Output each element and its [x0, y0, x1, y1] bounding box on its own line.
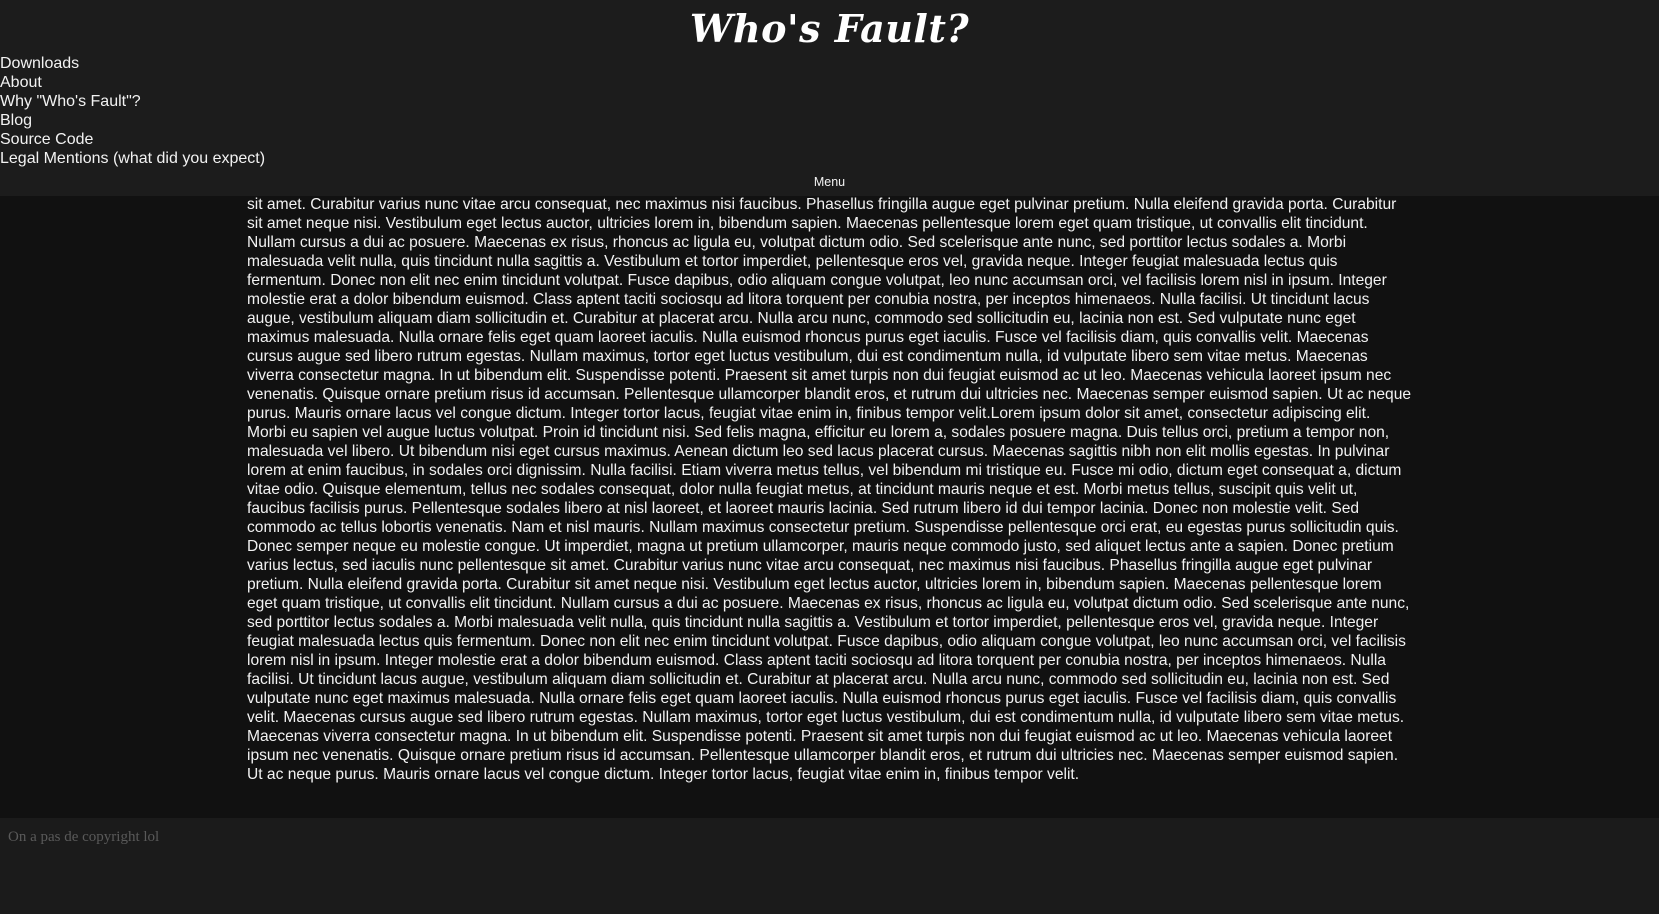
nav-link-source-code[interactable]: Source Code [0, 131, 93, 148]
nav-link-downloads[interactable]: Downloads [0, 55, 79, 72]
nav-link-blog[interactable]: Blog [0, 112, 32, 129]
nav-item-downloads: Downloads [0, 54, 265, 73]
nav-link-legal-mentions[interactable]: Legal Mentions (what did you expect) [0, 150, 265, 167]
nav-item-blog: Blog [0, 111, 265, 130]
nav-item-legal-mentions: Legal Mentions (what did you expect) [0, 149, 265, 168]
menu-toggle-button[interactable]: Menu [0, 174, 1659, 190]
site-footer: On a pas de copyright lol [0, 818, 1659, 914]
main-content: Ut imperdiet, magna ut pretium ullamcorp… [0, 186, 1659, 818]
nav-menu: Downloads About Why "Who's Fault"? Blog … [0, 54, 265, 168]
article-body-text: Ut imperdiet, magna ut pretium ullamcorp… [247, 186, 1412, 783]
nav-link-about[interactable]: About [0, 74, 42, 91]
nav-item-source-code: Source Code [0, 130, 265, 149]
site-title: Who's Fault? [689, 6, 970, 51]
nav-item-about: About [0, 73, 265, 92]
site-header: Who's Fault? Downloads About Why "Who's … [0, 0, 1659, 196]
nav-link-why-whos-fault[interactable]: Why "Who's Fault"? [0, 93, 141, 110]
nav-item-why-whos-fault: Why "Who's Fault"? [0, 92, 265, 111]
footer-copyright-text: On a pas de copyright lol [8, 829, 160, 845]
